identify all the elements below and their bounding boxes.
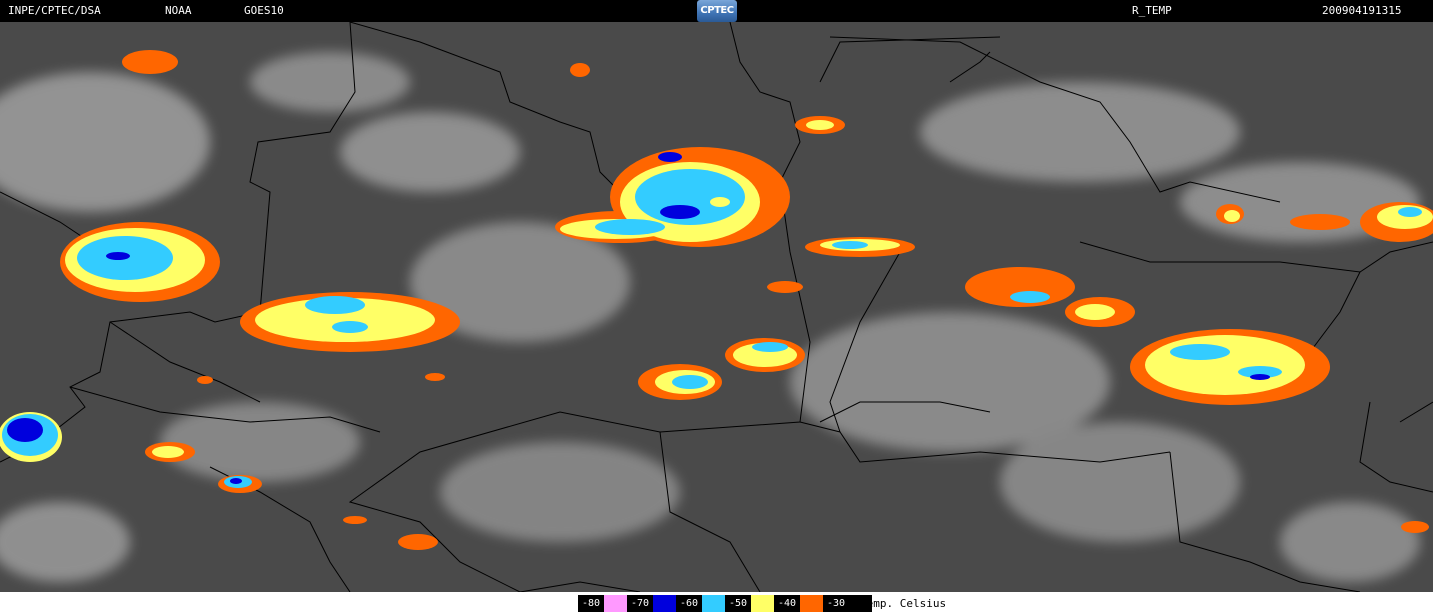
- legend-label: -80: [578, 595, 604, 612]
- product-label: R_TEMP: [1132, 4, 1172, 17]
- legend-label: -50: [725, 595, 751, 612]
- legend-swatch: [800, 595, 823, 612]
- storm-cell-west: [60, 222, 220, 302]
- cptec-logo: CPTEC: [697, 0, 737, 22]
- legend-swatch: [604, 595, 627, 612]
- timestamp-label: 200904191315: [1322, 4, 1402, 17]
- noaa-label: NOAA: [165, 4, 192, 17]
- legend-label: -70: [627, 595, 653, 612]
- header-bar: INPE/CPTEC/DSA NOAA GOES10 CPTEC R_TEMP …: [0, 0, 1433, 22]
- legend-label: -30: [823, 595, 849, 612]
- legend-unit-label: Temp. Celsius: [860, 597, 947, 610]
- legend-bar: -80 -70 -60 -50 -40 -30 Temp. Celsius: [0, 592, 1433, 614]
- satellite-map-svg: [0, 22, 1433, 592]
- legend-swatch: [653, 595, 676, 612]
- temperature-legend: -80 -70 -60 -50 -40 -30: [578, 595, 872, 612]
- agency-label: INPE/CPTEC/DSA: [8, 4, 101, 17]
- satellite-image: [0, 22, 1433, 592]
- legend-label: -40: [774, 595, 800, 612]
- storm-cell-northwest: [122, 50, 178, 74]
- legend-swatch: [751, 595, 774, 612]
- storm-cell-north: [570, 63, 590, 77]
- legend-swatch: [702, 595, 725, 612]
- satellite-label: GOES10: [244, 4, 284, 17]
- legend-label: -60: [676, 595, 702, 612]
- storm-cell-center-west: [240, 292, 460, 352]
